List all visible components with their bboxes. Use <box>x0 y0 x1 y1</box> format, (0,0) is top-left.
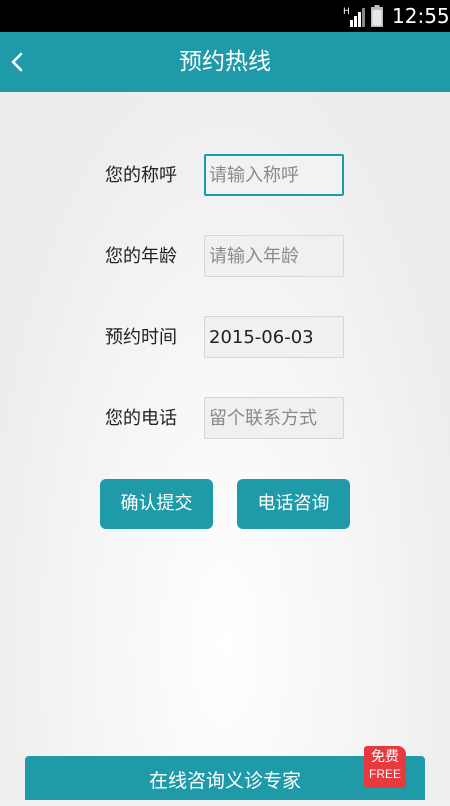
age-label: 您的年龄 <box>105 246 177 267</box>
free-badge: 免费 FREE <box>364 746 406 788</box>
appointment-form: 您的称呼 您的年龄 预约时间 您的电话 确认提交 电话咨询 在线咨询义诊专家 免… <box>0 92 450 800</box>
back-button[interactable] <box>0 32 40 92</box>
phone-consult-button[interactable]: 电话咨询 <box>237 479 350 529</box>
page-title: 预约热线 <box>179 49 271 75</box>
status-time: 12:55 <box>392 4 450 28</box>
form-row-phone: 您的电话 <box>0 397 450 441</box>
form-row-date: 预约时间 <box>0 316 450 360</box>
confirm-submit-button[interactable]: 确认提交 <box>100 479 213 529</box>
free-badge-cn: 免费 <box>371 749 399 765</box>
battery-icon <box>371 5 383 27</box>
name-label: 您的称呼 <box>105 165 177 186</box>
signal-bars-icon: H <box>343 7 365 27</box>
form-row-name: 您的称呼 <box>0 154 450 198</box>
appointment-time-label: 预约时间 <box>105 327 177 348</box>
phone-input[interactable] <box>204 397 344 439</box>
age-input[interactable] <box>204 235 344 277</box>
chevron-left-icon <box>11 52 23 72</box>
network-type-label: H <box>343 7 350 17</box>
appointment-date-input[interactable] <box>204 316 344 358</box>
name-input[interactable] <box>204 154 344 196</box>
phone-label: 您的电话 <box>105 408 177 429</box>
status-bar: H 12:55 <box>0 0 450 32</box>
form-row-age: 您的年龄 <box>0 235 450 279</box>
free-badge-en: FREE <box>368 767 401 781</box>
header-bar: 预约热线 <box>0 32 450 92</box>
